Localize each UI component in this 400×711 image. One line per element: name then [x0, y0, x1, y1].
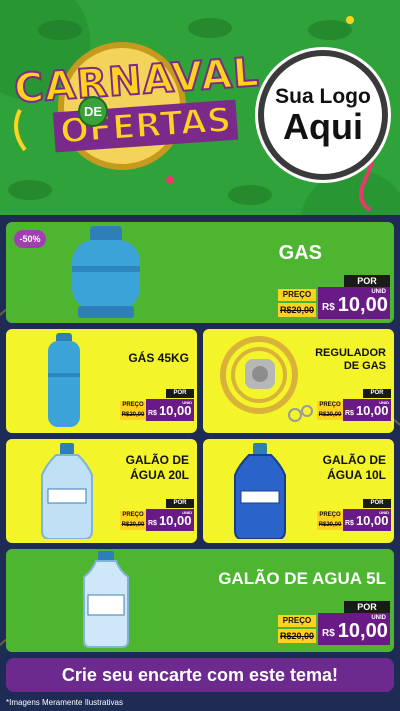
disclaimer-text: *Imagens Meramente Ilustrativas — [6, 698, 123, 707]
gas-regulator-image — [220, 336, 313, 422]
product-card-galao-5l[interactable]: GALÃO DE AGUA 5L POR PREÇO R$20,00 R$ 10… — [6, 549, 394, 652]
product-card-gas-45kg[interactable]: GÁS 45KG POR PREÇO R$20,00 R$ 10,00 UNID — [6, 329, 197, 433]
price-por: POR — [166, 499, 194, 508]
product-name: GAS — [278, 242, 322, 264]
water-bottle-5l-image — [83, 551, 129, 648]
price-value: 10,00 — [337, 620, 388, 642]
unit-label: UNID — [182, 510, 192, 515]
unit-label: UNID — [379, 510, 389, 515]
old-price: R$20,00 — [120, 520, 146, 530]
price-por: POR — [363, 499, 391, 508]
product-name: GALÃO DE ÁGUA 10L — [322, 453, 386, 482]
flyer: { "header": { "title_line1": "CARNAVAL",… — [0, 0, 400, 711]
currency: R$ — [322, 628, 335, 639]
product-name: GÁS 45KG — [128, 351, 189, 365]
product-card-galao-20l[interactable]: GALÃO DE ÁGUA 20L POR PREÇO R$20,00 R$ 1… — [6, 439, 197, 543]
price-por: POR — [363, 389, 391, 398]
currency: R$ — [345, 410, 354, 417]
old-price: R$20,00 — [278, 303, 316, 317]
price-value: 10,00 — [337, 294, 388, 316]
water-jug-10l-image — [234, 443, 286, 539]
product-name: REGULADOR DE GAS — [315, 347, 386, 372]
carnival-title: CARNAVAL OFERTAS DE — [8, 48, 262, 158]
water-jug-20l-image — [41, 443, 93, 539]
product-name: GALÃO DE AGUA 5L — [218, 569, 386, 588]
price-tag: POR PREÇO R$20,00 R$ 10,00 UNID — [278, 275, 390, 321]
product-card-gas[interactable]: -50% GAS POR PREÇO R$20,00 R$ 10,00 UNID — [6, 222, 394, 323]
cta-banner[interactable]: Crie seu encarte com este tema! — [6, 658, 394, 692]
price-tag: POR PREÇO R$20,00 R$ 10,00 UNID — [278, 601, 390, 647]
logo-line-2: Aqui — [283, 106, 363, 147]
currency: R$ — [148, 520, 157, 527]
gas-45kg-cylinder-image — [48, 333, 80, 427]
price-label: PREÇO — [120, 401, 146, 410]
old-price: R$20,00 — [120, 410, 146, 420]
price-label: PREÇO — [278, 615, 316, 627]
old-price: R$20,00 — [317, 410, 343, 420]
unit-label: UNID — [379, 400, 389, 405]
gas-cylinder-image — [72, 226, 140, 318]
title-de: DE — [78, 96, 109, 127]
price-label: PREÇO — [120, 511, 146, 520]
unit-label: UNID — [371, 289, 386, 295]
product-name: GALÃO DE ÁGUA 20L — [125, 453, 189, 482]
discount-badge: -50% — [14, 230, 46, 248]
price-por: POR — [166, 389, 194, 398]
price-por: POR — [344, 275, 390, 287]
unit-label: UNID — [182, 400, 192, 405]
product-card-regulador[interactable]: REGULADOR DE GAS POR PREÇO R$20,00 R$ 10… — [203, 329, 394, 433]
unit-label: UNID — [371, 615, 386, 621]
price-tag: POR PREÇO R$20,00 R$ 10,00 UNID — [120, 499, 194, 535]
currency: R$ — [148, 410, 157, 417]
old-price: R$20,00 — [317, 520, 343, 530]
price-tag: POR PREÇO R$20,00 R$ 10,00 UNID — [317, 389, 391, 425]
price-label: PREÇO — [278, 289, 316, 301]
header-banner: CARNAVAL OFERTAS DE Sua Logo Aqui — [0, 0, 400, 215]
price-tag: POR PREÇO R$20,00 R$ 10,00 UNID — [317, 499, 391, 535]
price-label: PREÇO — [317, 401, 343, 410]
logo-placeholder[interactable]: Sua Logo Aqui — [258, 50, 388, 180]
price-por: POR — [344, 601, 390, 613]
old-price: R$20,00 — [278, 629, 316, 643]
price-label: PREÇO — [317, 511, 343, 520]
currency: R$ — [345, 520, 354, 527]
currency: R$ — [322, 302, 335, 313]
product-card-galao-10l[interactable]: GALÃO DE ÁGUA 10L POR PREÇO R$20,00 R$ 1… — [203, 439, 394, 543]
price-tag: POR PREÇO R$20,00 R$ 10,00 UNID — [120, 389, 194, 425]
